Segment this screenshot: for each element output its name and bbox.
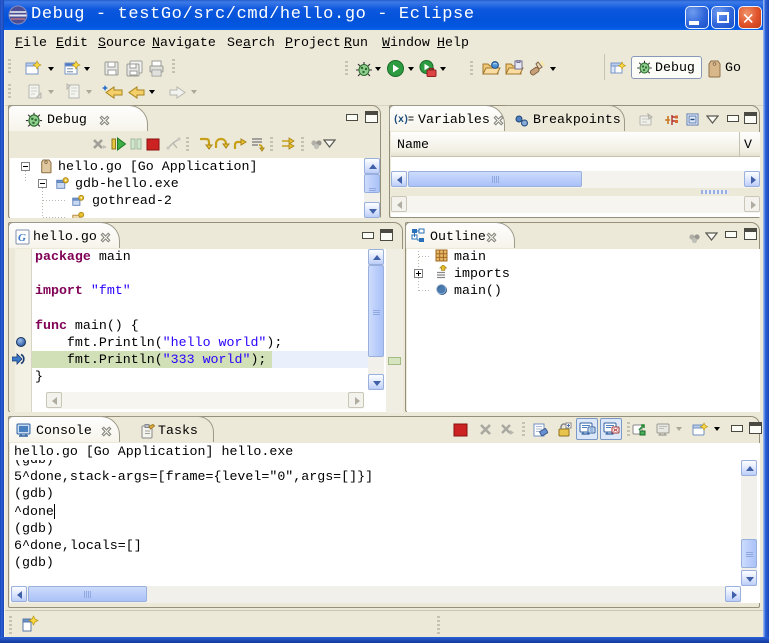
svg-text:G: G: [18, 232, 26, 244]
